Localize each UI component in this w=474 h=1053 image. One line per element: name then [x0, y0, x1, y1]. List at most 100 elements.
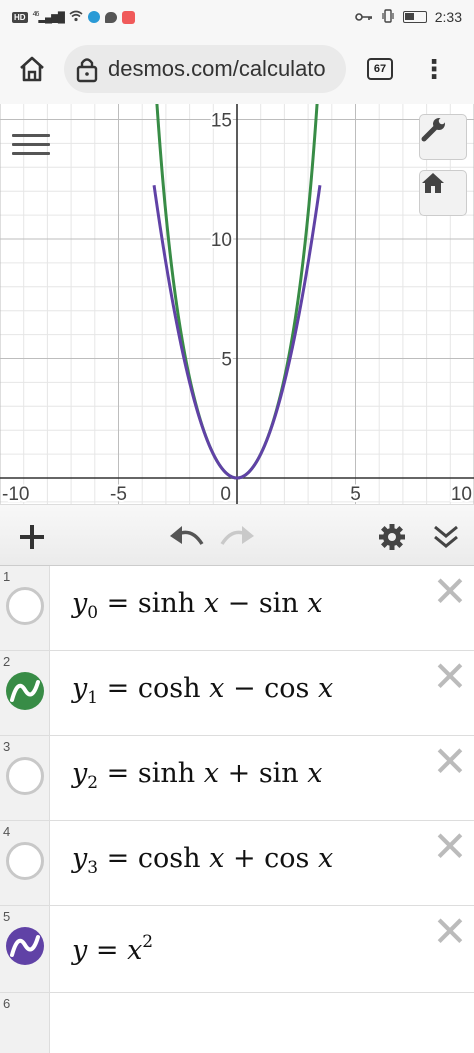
url-text: desmos.com/calculato: [108, 56, 326, 81]
wifi-icon: [69, 10, 83, 25]
y-tick-label: 15: [211, 111, 232, 132]
curve-glyph-icon: [10, 935, 40, 957]
new-expression-row[interactable]: 6: [0, 993, 474, 1053]
add-item-button[interactable]: [12, 517, 52, 557]
browser-toolbar: desmos.com/calculato 67 ⋮: [0, 34, 474, 104]
expression-formula[interactable]: y1 = cosh x − cos x: [72, 673, 333, 708]
plus-icon: [20, 525, 44, 549]
graph-settings-button[interactable]: [419, 114, 467, 160]
expression-number: 3: [3, 739, 11, 754]
delete-expression-button[interactable]: ✕: [432, 741, 468, 783]
lock-icon: [76, 58, 98, 83]
vibrate-icon: [381, 8, 395, 26]
settings-button[interactable]: [372, 517, 412, 557]
expression-gutter: 6: [0, 993, 50, 1053]
redo-button[interactable]: [218, 517, 258, 557]
expression-row[interactable]: 2 y1 = cosh x − cos x ✕: [0, 651, 474, 736]
formula-lhs: y: [72, 758, 88, 789]
formula-operator: +: [232, 843, 256, 874]
x-tick-label: 5: [350, 484, 361, 504]
menu-line: [12, 133, 50, 137]
formula-lhs: y: [72, 843, 88, 874]
formula-var: x: [307, 758, 323, 789]
app-notification-icon: [87, 11, 100, 23]
app-notification-red-icon: [121, 10, 135, 24]
expression-number: 5: [3, 909, 11, 924]
formula-var: x: [127, 935, 143, 966]
expression-formula[interactable]: y2 = sinh x + sin x: [72, 758, 323, 793]
collapse-list-button[interactable]: [426, 517, 466, 557]
formula-var: x: [209, 673, 225, 704]
expression-formula[interactable]: y = x2: [72, 932, 153, 966]
formula-var: x: [307, 588, 323, 619]
formula-lhs: y: [72, 673, 88, 704]
graph-visibility-toggle[interactable]: [6, 672, 44, 710]
formula-var: x: [317, 843, 334, 874]
x-tick-label: 10: [451, 484, 472, 504]
redo-icon: [220, 526, 254, 545]
formula-lhs: y: [72, 588, 88, 619]
formula-function: cos: [264, 673, 310, 704]
formula-function: sinh: [137, 588, 196, 619]
curve-glyph-icon: [10, 680, 40, 702]
hd-icon: HD: [12, 11, 28, 23]
formula-function: cosh: [137, 673, 201, 704]
formula-var: x: [209, 843, 225, 874]
undo-button[interactable]: [166, 517, 206, 557]
graph-paper[interactable]: -10 -5 0 5 10 5 10 15: [0, 104, 474, 504]
delete-expression-button[interactable]: ✕: [432, 911, 468, 953]
expression-row[interactable]: 4 y3 = cosh x + cos x ✕: [0, 821, 474, 906]
tabs-button[interactable]: 67: [346, 34, 414, 104]
formula-subscript: 0: [87, 603, 99, 623]
graph-canvas[interactable]: -10 -5 0 5 10 5 10 15: [0, 104, 474, 504]
y-tick-label: 10: [211, 230, 232, 251]
tab-count: 67: [367, 58, 393, 80]
x-tick-label: -10: [2, 484, 29, 504]
graph-visibility-toggle[interactable]: [6, 927, 44, 965]
status-left: HD 46▂▄▆█: [12, 10, 135, 25]
expression-row[interactable]: 5 y = x2 ✕: [0, 906, 474, 993]
graph-visibility-toggle[interactable]: [6, 587, 44, 625]
delete-expression-button[interactable]: ✕: [432, 656, 468, 698]
expression-formula[interactable]: y3 = cosh x + cos x: [72, 843, 333, 878]
expression-row[interactable]: 3 y2 = sinh x + sin x ✕: [0, 736, 474, 821]
formula-lhs: y: [72, 935, 88, 966]
graph-visibility-toggle[interactable]: [6, 842, 44, 880]
home-icon: [20, 56, 44, 82]
expression-list-toggle[interactable]: [12, 126, 50, 162]
status-bar: HD 46▂▄▆█ 2:33: [0, 0, 474, 34]
message-icon: [104, 11, 117, 23]
clock: 2:33: [434, 9, 462, 25]
formula-function: sin: [258, 588, 299, 619]
formula-operator: +: [227, 758, 251, 789]
expression-number: 1: [3, 569, 11, 584]
wrench-icon: [421, 117, 446, 142]
formula-var: x: [317, 673, 334, 704]
menu-line: [12, 151, 50, 155]
x-tick-label: 0: [220, 484, 231, 504]
browser-home-button[interactable]: [0, 34, 64, 104]
delete-expression-button[interactable]: ✕: [432, 571, 468, 613]
expression-number: 4: [3, 824, 11, 839]
delete-expression-button[interactable]: ✕: [432, 826, 468, 868]
expression-toolbar: [0, 504, 474, 566]
expression-gutter: 3: [0, 736, 50, 820]
home-icon: [422, 173, 444, 193]
gear-icon: [379, 524, 405, 550]
expression-formula[interactable]: y0 = sinh x − sin x: [72, 588, 323, 623]
expression-gutter: 2: [0, 651, 50, 735]
undo-icon: [170, 526, 204, 545]
formula-var: x: [203, 588, 219, 619]
browser-menu-button[interactable]: ⋮: [414, 34, 454, 104]
formula-subscript: 3: [87, 858, 99, 878]
expression-number: 6: [3, 996, 11, 1011]
default-viewport-button[interactable]: [419, 170, 467, 216]
formula-exponent: 2: [142, 932, 154, 952]
formula-subscript: 1: [87, 688, 99, 708]
address-bar[interactable]: desmos.com/calculato: [64, 45, 346, 93]
graph-visibility-toggle[interactable]: [6, 757, 44, 795]
formula-operator: −: [227, 588, 251, 619]
expression-row[interactable]: 1 y0 = sinh x − sin x ✕: [0, 566, 474, 651]
expression-gutter: 4: [0, 821, 50, 905]
formula-subscript: 2: [87, 773, 99, 793]
